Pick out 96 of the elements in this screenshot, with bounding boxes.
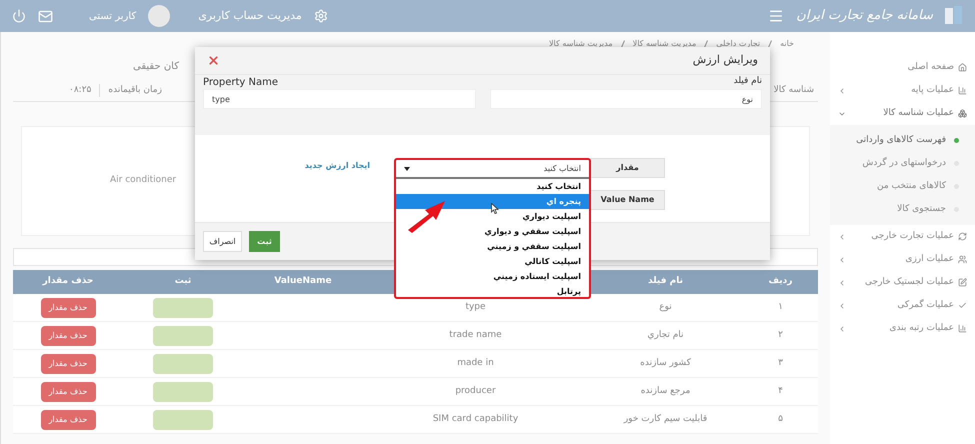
mouse-cursor-icon	[491, 203, 499, 214]
cubes-icon	[958, 109, 967, 118]
sidebar-item[interactable]: عملیات گمرکی	[830, 294, 975, 317]
user-name: کاربر تستی	[89, 10, 136, 24]
table-cell-text: ۴	[777, 384, 784, 398]
logo-icon	[945, 6, 963, 26]
save-row-button[interactable]	[153, 410, 213, 430]
dialog-title: ویرایش ارزش	[692, 52, 758, 68]
delete-value-button[interactable]: حذف مقدار	[40, 298, 96, 318]
property-name-input[interactable]: type	[203, 89, 476, 109]
breadcrumb-separator-icon	[704, 40, 708, 48]
table-cell-text: نام تجاري	[646, 328, 685, 342]
chevron-left-icon	[838, 232, 846, 240]
remaining-time-label: زمان باقیمانده	[99, 84, 170, 98]
delete-value-button[interactable]: حذف مقدار	[40, 382, 96, 402]
breadcrumb-item[interactable]: خانه	[780, 38, 794, 50]
home-icon	[958, 63, 967, 72]
value-button[interactable]: مقدار	[590, 158, 665, 178]
chevron-left-icon	[838, 302, 846, 310]
dropdown-option[interactable]: اسپلیت دیواري	[396, 209, 589, 224]
sidebar-item[interactable]: عملیات رتبه بندی	[830, 317, 975, 340]
menu-icon[interactable]	[768, 8, 784, 24]
logo-text: سامانه جامع تجارت ایران	[796, 7, 933, 26]
sidebar-item[interactable]: صفحه اصلی	[830, 56, 975, 79]
breadcrumb-separator-icon	[768, 40, 772, 48]
table-cell-text: کشور سازنده	[639, 356, 692, 370]
value-name-button[interactable]: Value Name	[590, 190, 665, 210]
dropdown-option[interactable]: پنجره اي	[396, 194, 589, 209]
bar-chart-icon	[958, 324, 967, 333]
field-name-input[interactable]: نوع	[490, 89, 762, 109]
table-cell-text: ۵	[777, 412, 784, 426]
edit-icon	[958, 278, 967, 287]
mail-icon[interactable]	[38, 8, 53, 24]
chevron-left-icon	[838, 256, 846, 264]
gear-icon[interactable]	[314, 9, 328, 23]
new-value-link[interactable]: ایجاد ارزش جدید	[304, 160, 370, 172]
table-cell-text: قابلیت سیم کارت خور	[622, 412, 708, 426]
chevron-left-icon	[838, 324, 846, 332]
delete-value-button[interactable]: حذف مقدار	[40, 354, 96, 374]
check-icon	[958, 301, 967, 310]
chevron-left-icon	[838, 86, 846, 94]
table-cell-text: made in	[456, 356, 495, 370]
table-cell-text: ۲	[777, 328, 784, 342]
cancel-button[interactable]: انصراف	[203, 231, 242, 252]
table-cell-text: SIM card capability	[432, 412, 520, 426]
avatar	[148, 5, 170, 27]
column-header: ردیف	[768, 275, 794, 288]
sidebar-item[interactable]: عملیات شناسه کالا	[830, 102, 975, 125]
save-row-button[interactable]	[153, 298, 213, 318]
sidebar-subitem[interactable]: کالاهای منتخب من	[830, 175, 975, 198]
table-cell-text: ۳	[777, 356, 784, 370]
bar-chart-icon	[958, 86, 967, 95]
save-row-button[interactable]	[153, 382, 213, 402]
sidebar-subitem[interactable]: جستجوی کالا	[830, 198, 975, 221]
save-button[interactable]: ثبت	[249, 231, 280, 252]
close-icon[interactable]	[207, 54, 220, 67]
sidebar-subitem[interactable]: فهرست کالاهای وارداتی	[830, 129, 975, 152]
table-cell-text: trade name	[448, 328, 503, 342]
sidebar-item[interactable]: عملیات لجستیک خارجی	[830, 271, 975, 294]
account-link[interactable]: مدیریت حساب کاربری	[198, 8, 302, 24]
property-label: Property Name	[203, 76, 279, 89]
table-cell-text: type	[464, 300, 487, 314]
table-cell-text: ۱	[777, 300, 784, 314]
users-icon	[958, 255, 967, 264]
chevron-left-icon	[838, 278, 846, 286]
dropdown-option[interactable]: اسپلیت ایستاده زمیني	[396, 269, 589, 284]
page-title: کان حقیقی	[133, 60, 179, 74]
table-cell-text: نوع	[658, 300, 673, 314]
sidebar-item[interactable]: عملیات پایه	[830, 79, 975, 102]
breadcrumb-separator-icon	[620, 40, 625, 48]
dropdown-option[interactable]: اسپلیت سقفي و زمیني	[396, 239, 589, 254]
delete-value-button[interactable]: حذف مقدار	[40, 410, 96, 430]
column-header: ValueName	[273, 275, 333, 288]
table-cell-text: مرجع سازنده	[640, 384, 692, 398]
refresh-icon	[958, 232, 967, 241]
column-header: حذف مقدار	[41, 275, 94, 288]
sidebar-item[interactable]: عملیات ارزی	[830, 248, 975, 271]
delete-value-button[interactable]: حذف مقدار	[40, 326, 96, 346]
column-header: ثبت	[174, 275, 192, 288]
sidebar-subitem[interactable]: درخواستهای در گردش	[830, 152, 975, 175]
dropdown-option[interactable]: اسپلیت کانالي	[396, 254, 589, 269]
column-header: نام فیلد	[647, 275, 684, 288]
remaining-time-value: ۰۸:۲۵	[68, 84, 92, 97]
save-row-button[interactable]	[153, 354, 213, 374]
save-row-button[interactable]	[153, 326, 213, 346]
dropdown-option[interactable]: اسپلیت سقفي و دیواري	[396, 224, 589, 239]
sidebar-item[interactable]: عملیات تجارت خارجی	[830, 225, 975, 248]
power-icon[interactable]	[12, 9, 26, 23]
field-label: نام فیلد	[732, 75, 762, 88]
dropdown-caret-icon	[404, 166, 410, 170]
dropdown-option[interactable]: انتخاب کنید	[396, 179, 589, 194]
dropdown-option[interactable]: پرتابل	[396, 284, 589, 297]
value-select[interactable]: انتخاب کنید	[396, 160, 589, 179]
product-name: Air conditioner	[110, 174, 176, 188]
tab[interactable]: شناسه کالا	[774, 84, 818, 98]
table-cell-text: producer	[454, 384, 497, 398]
